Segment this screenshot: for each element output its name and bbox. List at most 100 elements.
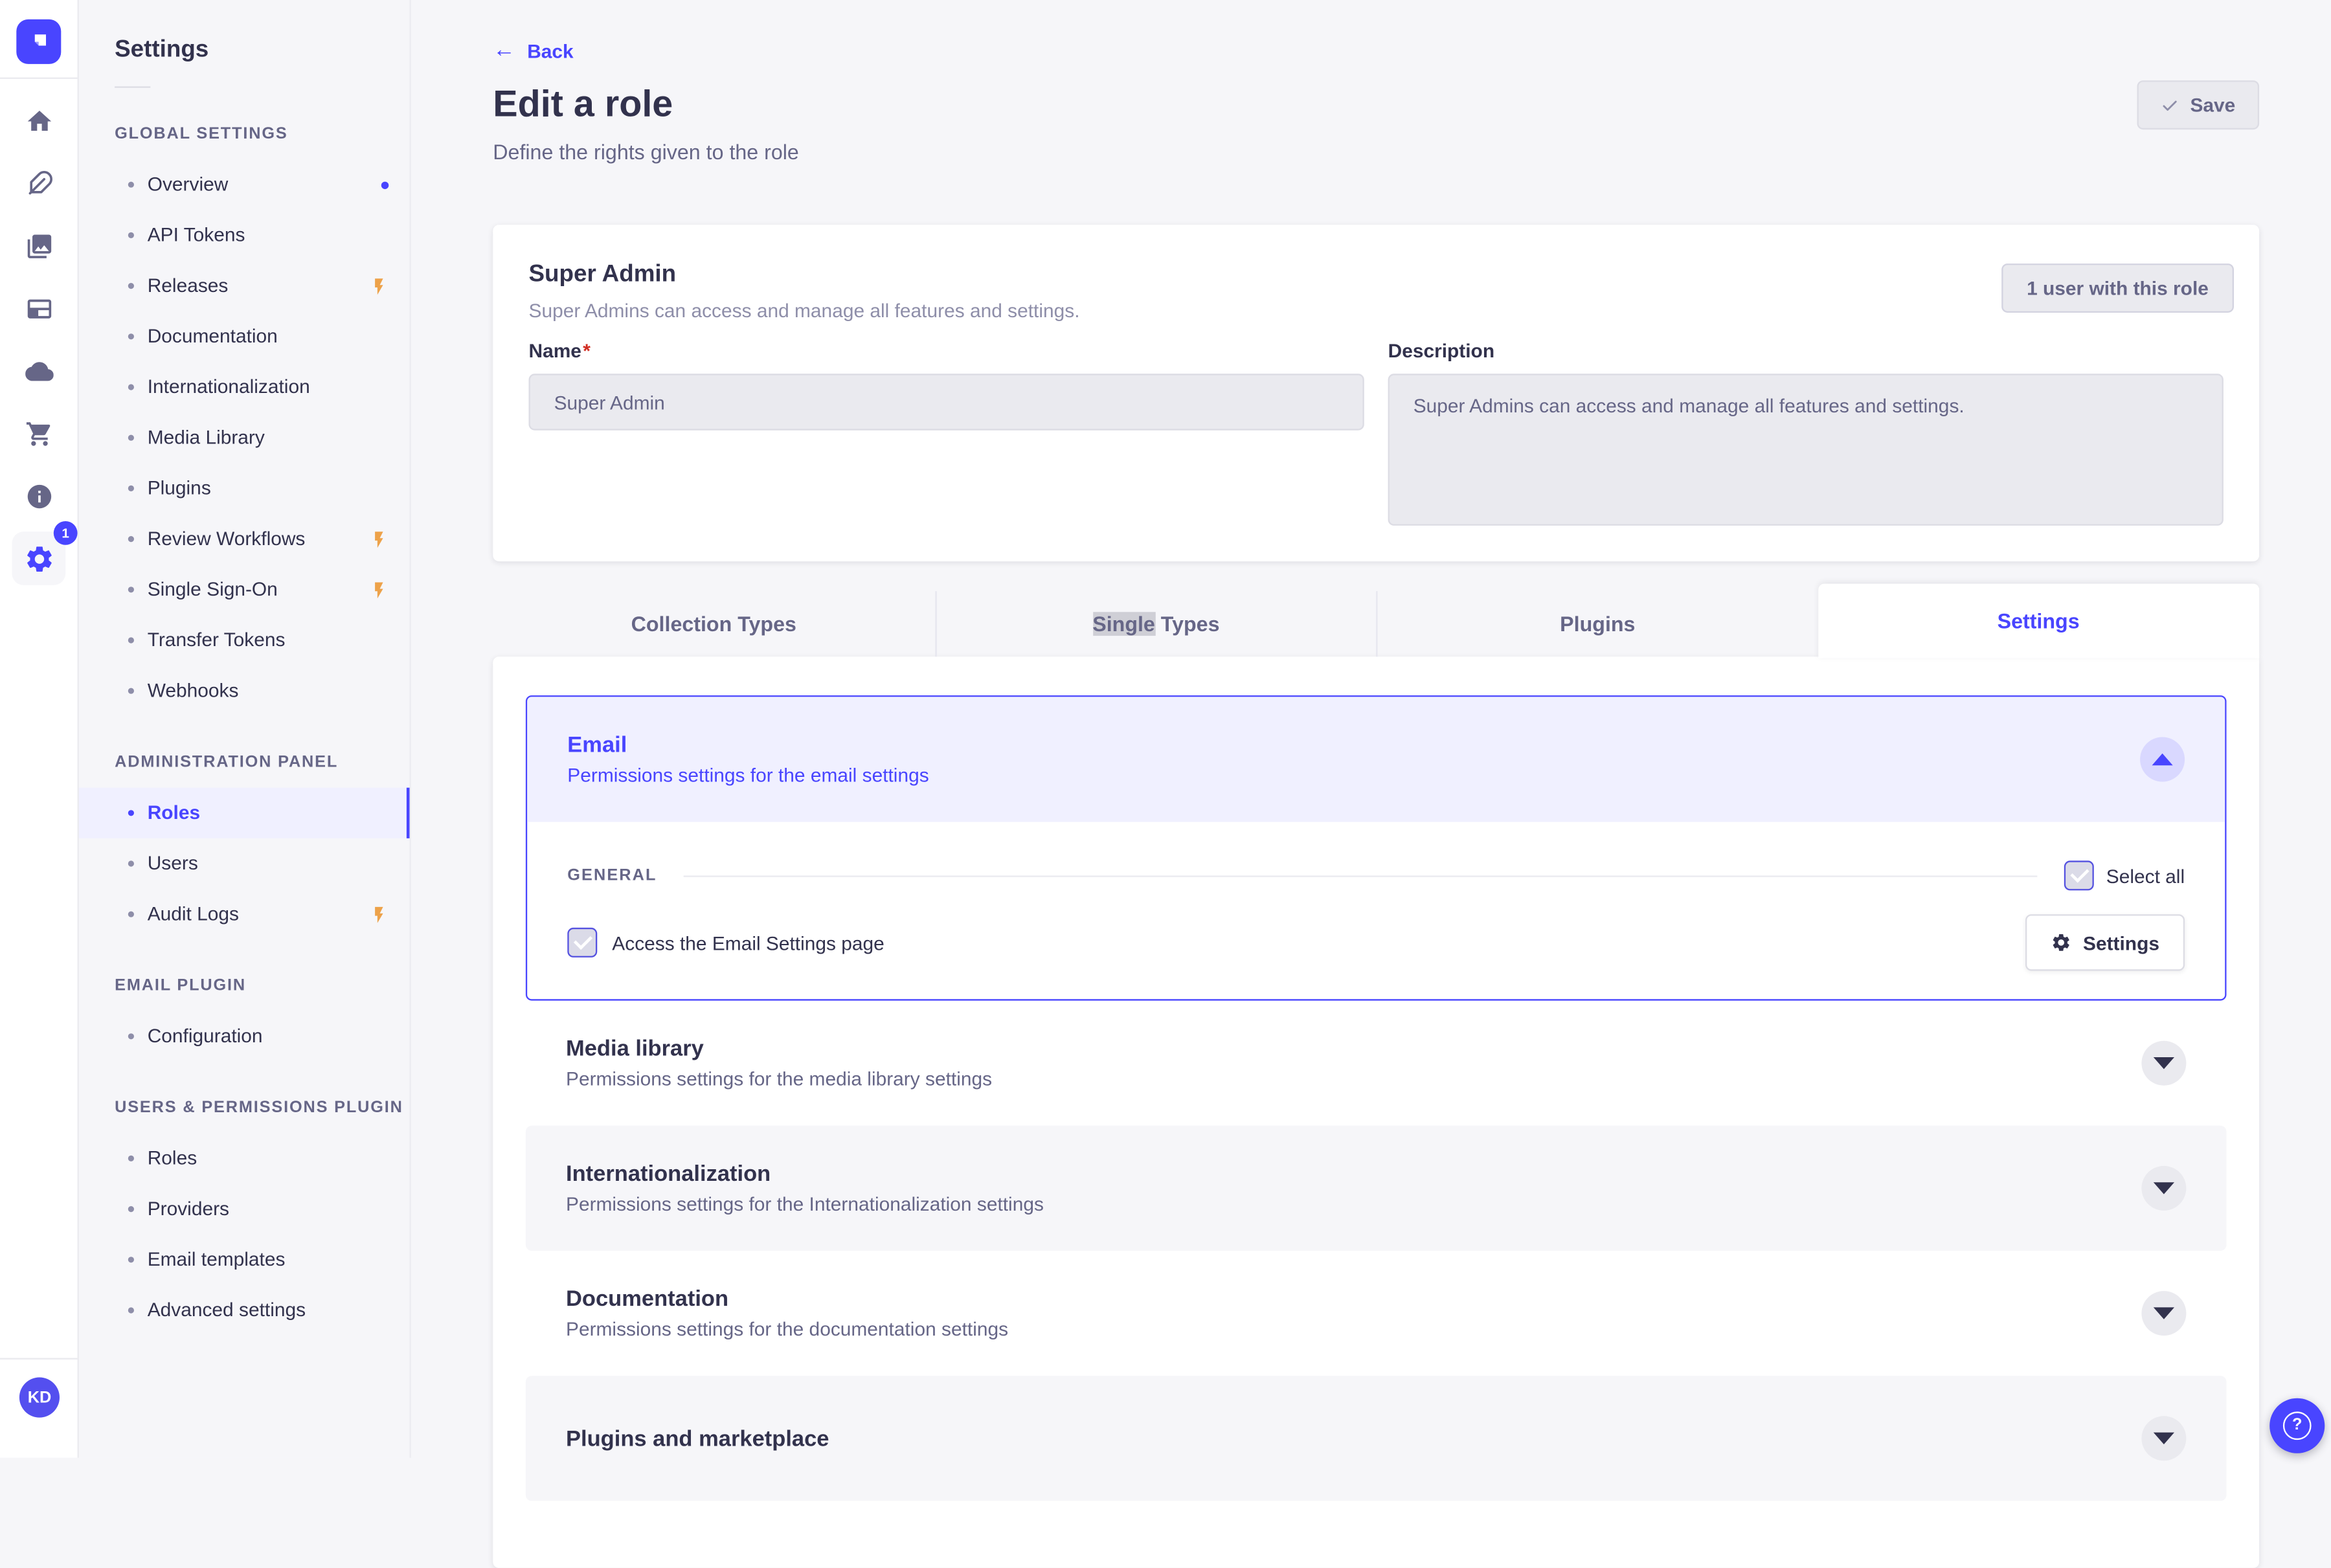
sidebar-item-review-workflows[interactable]: Review Workflows: [79, 514, 410, 565]
app-root: 1 KD Settings GLOBAL SETTINGS Overview A…: [0, 0, 2331, 1568]
pen-icon[interactable]: [8, 152, 71, 215]
permission-row: Access the Email Settings page Settings: [567, 914, 2185, 971]
cloud-icon[interactable]: [8, 339, 71, 402]
sidebar-item-plugins[interactable]: Plugins: [79, 463, 410, 513]
back-arrow-icon: ←: [493, 37, 515, 63]
media-library-icon[interactable]: [8, 214, 71, 277]
accordion-plugins-and-marketplace[interactable]: Plugins and marketplace: [525, 1376, 2227, 1501]
sidebar-item-api-tokens[interactable]: API Tokens: [79, 210, 410, 260]
general-group-row: GENERAL Select all: [567, 858, 2185, 893]
settings-gear-icon[interactable]: 1: [12, 521, 78, 585]
accordion-subtitle: Permissions settings for the media libra…: [566, 1068, 993, 1090]
back-link[interactable]: ← Back: [493, 37, 573, 63]
sidebar-item-transfer-tokens[interactable]: Transfer Tokens: [79, 615, 410, 666]
accordion-email-body: GENERAL Select all Access the Email Sett…: [527, 822, 2225, 1000]
user-avatar[interactable]: KD: [19, 1377, 60, 1418]
name-label: Name *: [528, 339, 591, 362]
group-label: GENERAL: [567, 866, 657, 885]
sidebar-item-providers[interactable]: Providers: [79, 1184, 410, 1235]
accordion-email: Email Permissions settings for the email…: [525, 695, 2227, 1001]
chevron-down-icon: [2153, 1057, 2174, 1070]
strapi-logo[interactable]: [16, 19, 62, 64]
users-with-role-button[interactable]: 1 user with this role: [2001, 263, 2234, 313]
save-button[interactable]: Save: [2136, 80, 2260, 130]
content-manager-icon[interactable]: [8, 277, 71, 340]
lightning-icon: [369, 904, 388, 924]
accordion-title: Plugins and marketplace: [566, 1426, 829, 1451]
sidebar-item-advanced-settings[interactable]: Advanced settings: [79, 1285, 410, 1336]
bullet: [128, 181, 134, 188]
sidebar-item-internationalization[interactable]: Internationalization: [79, 362, 410, 412]
accordion-documentation[interactable]: Documentation Permissions settings for t…: [526, 1251, 2227, 1376]
sidebar-item-email-templates[interactable]: Email templates: [79, 1235, 410, 1285]
bullet: [128, 860, 134, 867]
tab-settings[interactable]: Settings: [1818, 583, 2260, 658]
sidebar-item-single-sign-on[interactable]: Single Sign-On: [79, 565, 410, 615]
tab-single-types[interactable]: Single Types: [934, 591, 1376, 657]
description-textarea[interactable]: Super Admins can access and manage all f…: [1388, 374, 2224, 526]
accordion-title: Documentation: [566, 1286, 729, 1312]
page-header: Edit a role Save: [493, 80, 2260, 130]
permissions-tabs: Collection Types Single Types Plugins Se…: [493, 583, 2260, 658]
main-content: ← Back Edit a role Save Define the right…: [411, 0, 2331, 1568]
bullet: [128, 637, 134, 644]
sidebar-item-users[interactable]: Users: [79, 838, 410, 889]
bullet: [128, 283, 134, 289]
check-icon: [2162, 100, 2176, 110]
accordion-media-library[interactable]: Media library Permissions settings for t…: [526, 1001, 2227, 1126]
bullet: [128, 1155, 134, 1161]
question-mark-icon: ?: [2282, 1411, 2312, 1440]
sidebar-item-up-roles[interactable]: Roles: [79, 1133, 410, 1183]
accordion-internationalization[interactable]: Internationalization Permissions setting…: [525, 1125, 2227, 1251]
expand-toggle-button[interactable]: [2141, 1165, 2187, 1211]
role-summary: Super Admins can access and manage all f…: [528, 299, 1080, 322]
gear-icon: [2052, 934, 2069, 951]
chevron-down-icon: [2153, 1307, 2174, 1319]
rail-icon-list: 1: [0, 89, 78, 585]
page-title: Edit a role: [493, 83, 673, 126]
role-fields: Name * Super Admin Description Super Admi…: [528, 338, 2224, 526]
select-all-label: Select all: [2106, 864, 2185, 887]
bullet: [128, 810, 134, 816]
tab-collection-types[interactable]: Collection Types: [493, 591, 934, 656]
accordion-subtitle: Permissions settings for the email setti…: [567, 763, 929, 787]
sidebar-item-overview[interactable]: Overview: [79, 159, 410, 210]
rail-divider: [0, 77, 78, 79]
name-input[interactable]: Super Admin: [528, 374, 1364, 431]
permission-checkbox[interactable]: [567, 927, 598, 958]
bullet: [128, 1033, 134, 1040]
expand-toggle-button[interactable]: [2141, 1291, 2187, 1336]
bullet: [128, 536, 134, 543]
bullet: [128, 333, 134, 340]
bullet: [128, 232, 134, 238]
accordion-title: Email: [567, 732, 627, 758]
accordion-subtitle: Permissions settings for the documentati…: [566, 1317, 1009, 1341]
info-icon[interactable]: [8, 465, 71, 528]
section-global-settings: GLOBAL SETTINGS Overview API Tokens Rele…: [79, 124, 410, 716]
sidebar-item-audit-logs[interactable]: Audit Logs: [79, 889, 410, 939]
permission-label: Access the Email Settings page: [612, 931, 884, 954]
bullet: [128, 485, 134, 491]
settings-permissions-panel: Email Permissions settings for the email…: [493, 656, 2260, 1568]
sidebar-item-documentation[interactable]: Documentation: [79, 311, 410, 362]
lightning-icon: [369, 276, 388, 296]
help-button[interactable]: ?: [2269, 1398, 2325, 1453]
sidebar-item-configuration[interactable]: Configuration: [79, 1011, 410, 1062]
permission-settings-button[interactable]: Settings: [2025, 914, 2185, 971]
accordion-email-header[interactable]: Email Permissions settings for the email…: [527, 697, 2225, 822]
sidebar-item-roles[interactable]: Roles: [78, 787, 410, 838]
lightning-icon: [369, 580, 388, 599]
accordion-title: Media library: [566, 1036, 704, 1062]
select-all-checkbox[interactable]: [2064, 860, 2095, 891]
section-header: USERS & PERMISSIONS PLUGIN: [115, 1099, 403, 1117]
expand-toggle-button[interactable]: [2141, 1416, 2187, 1461]
sidebar-item-media-library[interactable]: Media Library: [79, 412, 410, 463]
expand-toggle-button[interactable]: [2141, 1040, 2187, 1086]
tab-plugins[interactable]: Plugins: [1376, 591, 1818, 657]
collapse-toggle-button[interactable]: [2140, 737, 2185, 782]
marketplace-cart-icon[interactable]: [8, 402, 71, 465]
section-administration-panel: ADMINISTRATION PANEL Roles Users Audit L…: [78, 752, 410, 940]
sidebar-item-releases[interactable]: Releases: [79, 261, 410, 311]
sidebar-item-webhooks[interactable]: Webhooks: [79, 666, 410, 716]
home-icon[interactable]: [8, 89, 71, 152]
